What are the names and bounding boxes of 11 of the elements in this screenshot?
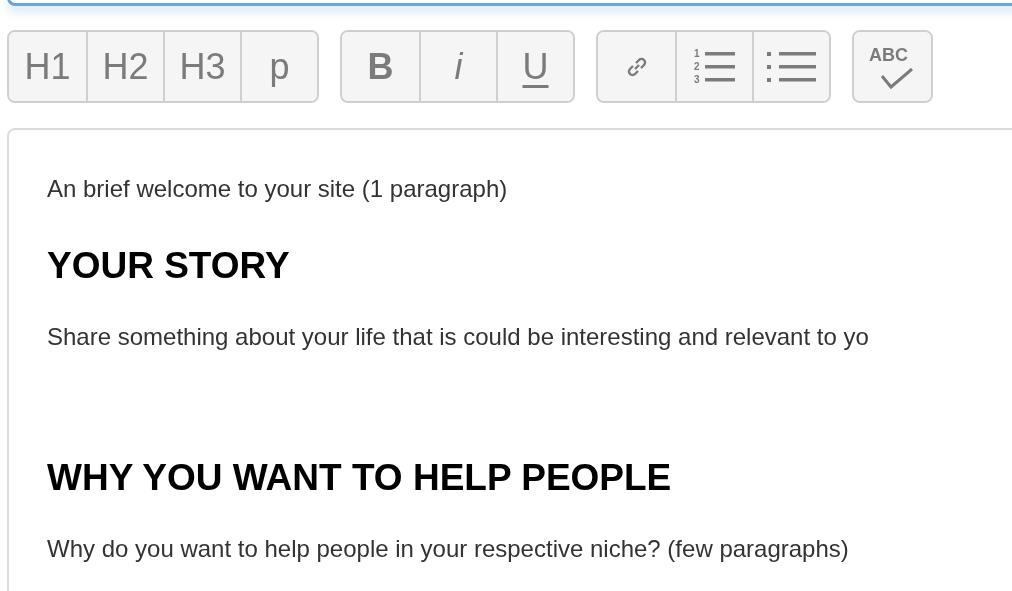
heading: YOUR STORY (47, 244, 291, 288)
paragraph: Why do you want to help people in your respective niche? (few paragraphs) (47, 534, 850, 564)
text-editor[interactable] (7, 128, 1012, 591)
bullet-list-button[interactable] (752, 32, 829, 101)
spellcheck-button[interactable]: ABC (854, 32, 931, 101)
heading: WHY YOU WANT TO HELP PEOPLE (47, 456, 673, 500)
underline-button[interactable]: U (496, 32, 573, 101)
format-button[interactable]: p (240, 32, 317, 101)
paragraph: Share something about your life that is could be interesting and relevant to yo (47, 322, 870, 352)
paragraph: An brief welcome to your site (1 paragraph) (47, 174, 509, 204)
bullet-list-icon (766, 49, 817, 84)
